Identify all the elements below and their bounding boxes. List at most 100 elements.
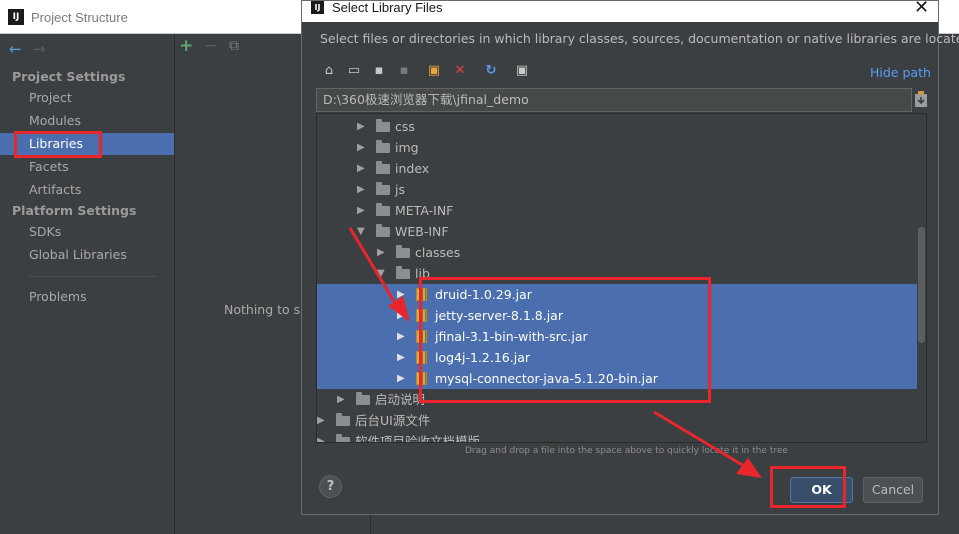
back-arrow-icon[interactable]: ← xyxy=(9,40,22,58)
collapsed-triangle-icon[interactable]: ▶ xyxy=(377,242,385,263)
tree-row-folder[interactable]: ▼ WEB-INF xyxy=(317,221,917,242)
tree-row-folder[interactable]: ▶ META-INF xyxy=(317,200,917,221)
dialog-title: Select Library Files xyxy=(332,0,443,15)
collapsed-triangle-icon[interactable]: ▶ xyxy=(397,284,405,305)
tree-row-folder[interactable]: ▶ img xyxy=(317,137,917,158)
copy-icon[interactable]: ⧉ xyxy=(229,38,239,54)
sidebar-item-problems[interactable]: Problems xyxy=(0,286,174,308)
tree-row-label: img xyxy=(395,140,419,155)
folder-icon xyxy=(376,224,390,237)
folder-icon xyxy=(376,119,390,132)
tree-row-folder[interactable]: ▶ 后台UI源文件 xyxy=(317,410,917,431)
show-hidden-icon[interactable]: ▣ xyxy=(513,61,531,81)
collapsed-triangle-icon[interactable]: ▶ xyxy=(357,200,365,221)
tree-row-label: 启动说明 xyxy=(375,392,426,407)
tree-row-folder[interactable]: ▶ 启动说明 xyxy=(317,389,917,410)
folder-icon xyxy=(396,245,410,258)
group-platform-settings: Platform Settings xyxy=(12,203,137,218)
tree-row-label: classes xyxy=(415,245,461,260)
collapsed-triangle-icon[interactable]: ▶ xyxy=(357,158,365,179)
add-icon[interactable]: + xyxy=(179,36,193,56)
folder-icon xyxy=(376,182,390,195)
tree-row-folder[interactable]: ▶ 软件项目验收文档模版 xyxy=(317,431,917,443)
folder-icon xyxy=(376,140,390,153)
select-library-files-dialog: IJ Select Library Files ✕ Select files o… xyxy=(301,0,959,515)
collapsed-triangle-icon[interactable]: ▶ xyxy=(397,305,405,326)
project-structure-sidebar: ← → Project Settings Project Modules Lib… xyxy=(0,34,175,534)
footer-divider xyxy=(370,514,371,534)
tree-row-jar[interactable]: ▶ log4j-1.2.16.jar xyxy=(317,347,917,368)
tree-row-folder[interactable]: ▼ lib xyxy=(317,263,917,284)
sidebar-item-sdks[interactable]: SDKs xyxy=(0,221,174,243)
tree-row-folder[interactable]: ▶ css xyxy=(317,116,917,137)
collapsed-triangle-icon[interactable]: ▶ xyxy=(357,116,365,137)
path-input[interactable]: D:\360极速浏览器下载\jfinal_demo xyxy=(316,88,912,112)
sidebar-item-facets[interactable]: Facets xyxy=(0,156,174,178)
collapsed-triangle-icon[interactable]: ▶ xyxy=(317,431,325,442)
dialog-titlebar: IJ Select Library Files ✕ xyxy=(302,0,938,22)
tree-row-jar[interactable]: ▶ jetty-server-8.1.8.jar xyxy=(317,305,917,326)
desktop-icon[interactable]: ▭ xyxy=(345,61,363,81)
dialog-description: Select files or directories in which lib… xyxy=(320,31,959,46)
module-folder-icon[interactable]: ▪ xyxy=(395,61,413,81)
jar-file-icon xyxy=(416,309,427,322)
file-tree[interactable]: ▶ css ▶ img ▶ index ▶ js ▶ META-INF ▼ WEB-INF ▶ class… xyxy=(316,113,927,443)
refresh-icon[interactable]: ↻ xyxy=(482,61,500,81)
collapsed-triangle-icon[interactable]: ▶ xyxy=(337,389,345,410)
sidebar-item-modules[interactable]: Modules xyxy=(0,110,174,132)
delete-icon[interactable]: ✕ xyxy=(451,61,469,81)
collapsed-triangle-icon[interactable]: ▶ xyxy=(397,347,405,368)
tree-row-jar[interactable]: ▶ druid-1.0.29.jar xyxy=(317,284,917,305)
folder-icon xyxy=(336,413,350,426)
help-button[interactable]: ? xyxy=(319,475,342,498)
sidebar-item-project[interactable]: Project xyxy=(0,87,174,109)
tree-row-label: log4j-1.2.16.jar xyxy=(435,350,530,365)
ok-button[interactable]: OK xyxy=(790,477,853,503)
collapsed-triangle-icon[interactable]: ▶ xyxy=(357,179,365,200)
jar-file-icon xyxy=(416,351,427,364)
sidebar-item-libraries[interactable]: Libraries xyxy=(0,133,174,155)
tree-row-folder[interactable]: ▶ index xyxy=(317,158,917,179)
intellij-app-icon: IJ xyxy=(8,9,24,25)
new-folder-icon[interactable]: ▣ xyxy=(425,61,443,81)
jar-file-icon xyxy=(416,330,427,343)
sidebar-item-artifacts[interactable]: Artifacts xyxy=(0,179,174,201)
libraries-toolbar: + − ⧉ xyxy=(176,34,306,62)
remove-icon[interactable]: − xyxy=(204,36,218,56)
sidebar-divider xyxy=(29,276,157,277)
close-icon[interactable]: ✕ xyxy=(914,0,929,18)
sidebar-item-global-libraries[interactable]: Global Libraries xyxy=(0,244,174,266)
jar-file-icon xyxy=(416,288,427,301)
browse-history-icon[interactable] xyxy=(914,90,928,108)
tree-row-label: jfinal-3.1-bin-with-src.jar xyxy=(435,329,588,344)
folder-icon xyxy=(396,266,410,279)
project-folder-icon[interactable]: ▪ xyxy=(370,61,388,81)
tree-row-label: 后台UI源文件 xyxy=(355,413,431,428)
tree-row-label: js xyxy=(395,182,405,197)
intellij-app-icon: IJ xyxy=(311,1,324,14)
expanded-triangle-icon[interactable]: ▼ xyxy=(357,221,365,242)
empty-state-text: Nothing to sh xyxy=(224,302,309,317)
tree-row-label: index xyxy=(395,161,430,176)
tree-row-folder[interactable]: ▶ classes xyxy=(317,242,917,263)
collapsed-triangle-icon[interactable]: ▶ xyxy=(357,137,365,158)
tree-row-label: mysql-connector-java-5.1.20-bin.jar xyxy=(435,371,658,386)
tree-row-jar[interactable]: ▶ mysql-connector-java-5.1.20-bin.jar xyxy=(317,368,917,389)
collapsed-triangle-icon[interactable]: ▶ xyxy=(397,368,405,389)
collapsed-triangle-icon[interactable]: ▶ xyxy=(397,326,405,347)
expanded-triangle-icon[interactable]: ▼ xyxy=(377,263,385,284)
forward-arrow-icon[interactable]: → xyxy=(33,40,46,58)
tree-row-jar[interactable]: ▶ jfinal-3.1-bin-with-src.jar xyxy=(317,326,917,347)
jar-file-icon xyxy=(416,372,427,385)
collapsed-triangle-icon[interactable]: ▶ xyxy=(317,410,325,431)
drag-drop-hint: Drag and drop a file into the space abov… xyxy=(465,446,788,456)
tree-row-label: META-INF xyxy=(395,203,454,218)
tree-scrollbar-thumb[interactable] xyxy=(918,227,925,343)
window-title: Project Structure xyxy=(31,10,128,25)
hide-path-link[interactable]: Hide path xyxy=(870,65,931,80)
tree-row-label: 软件项目验收文档模版 xyxy=(355,434,481,443)
home-icon[interactable]: ⌂ xyxy=(320,61,338,81)
cancel-button[interactable]: Cancel xyxy=(863,477,923,503)
tree-row-folder[interactable]: ▶ js xyxy=(317,179,917,200)
tree-row-label: jetty-server-8.1.8.jar xyxy=(435,308,563,323)
